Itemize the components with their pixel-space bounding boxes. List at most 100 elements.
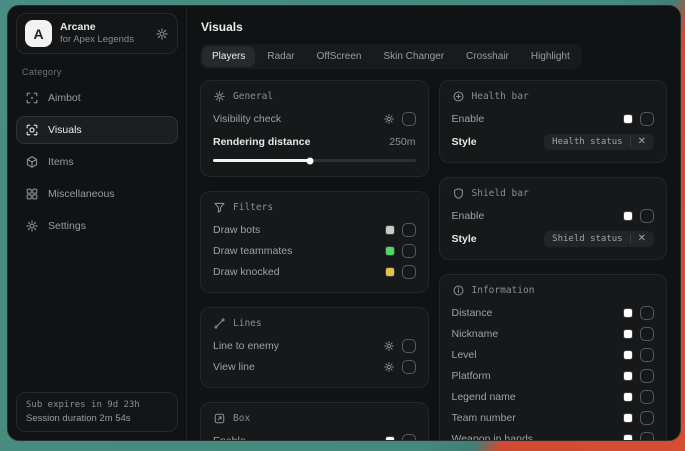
panel-general: General Visibility check Rendering dista… (200, 80, 429, 177)
setting-row-health-style: Style Health status ✕ (452, 131, 655, 152)
panel-title: Lines (233, 318, 262, 329)
gear-icon[interactable] (383, 340, 395, 352)
color-swatch[interactable] (623, 392, 633, 402)
setting-row-platform: Platform (452, 365, 655, 386)
view-line-checkbox[interactable] (402, 360, 416, 374)
line-to-enemy-checkbox[interactable] (402, 339, 416, 353)
sidebar-item-label: Visuals (48, 124, 82, 136)
health-style-select[interactable]: Health status ✕ (544, 134, 654, 150)
platform-checkbox[interactable] (640, 369, 654, 383)
panel-shield-bar: Shield bar Enable Style Shield status (439, 177, 668, 260)
panel-box: Box Enable Enable background (200, 402, 429, 440)
color-swatch[interactable] (623, 413, 633, 423)
app-logo: A (25, 20, 52, 47)
setting-row-view-line: View line (213, 356, 416, 377)
crosshair-icon (25, 91, 39, 105)
filter-icon (213, 201, 226, 214)
sub-expires-text: Sub expires in 9d 23h (26, 400, 168, 410)
shield-enable-checkbox[interactable] (640, 209, 654, 223)
box-enable-checkbox[interactable] (402, 434, 416, 441)
sidebar-item-label: Items (48, 156, 74, 168)
color-swatch[interactable] (385, 436, 395, 441)
gear-icon[interactable] (383, 113, 395, 125)
color-swatch[interactable] (623, 371, 633, 381)
sidebar-item-settings[interactable]: Settings (16, 212, 178, 240)
category-label: Category (22, 67, 172, 77)
sidebar-item-miscellaneous[interactable]: Miscellaneous (16, 180, 178, 208)
visibility-check-checkbox[interactable] (402, 112, 416, 126)
color-swatch[interactable] (623, 308, 633, 318)
color-swatch[interactable] (623, 350, 633, 360)
setting-row-draw-teammates: Draw teammates (213, 240, 416, 261)
gear-icon (213, 90, 226, 103)
setting-row-legend-name: Legend name (452, 386, 655, 407)
tab-offscreen[interactable]: OffScreen (307, 46, 372, 67)
panel-title: Filters (233, 202, 273, 213)
color-swatch[interactable] (623, 329, 633, 339)
panel-health-bar: Health bar Enable Style Health status (439, 80, 668, 163)
distance-checkbox[interactable] (640, 306, 654, 320)
gear-icon (25, 219, 39, 233)
color-swatch[interactable] (385, 246, 395, 256)
color-swatch[interactable] (623, 211, 633, 221)
panel-lines: Lines Line to enemy View line (200, 307, 429, 388)
sidebar-item-visuals[interactable]: Visuals (16, 116, 178, 144)
sidebar-item-items[interactable]: Items (16, 148, 178, 176)
rendering-distance-value: 250m (389, 136, 415, 148)
color-swatch[interactable] (623, 434, 633, 441)
gear-icon[interactable] (155, 27, 169, 41)
tab-crosshair[interactable]: Crosshair (456, 46, 519, 67)
setting-row-rendering-distance: Rendering distance 250m (213, 131, 416, 152)
shield-style-select[interactable]: Shield status ✕ (544, 231, 654, 247)
setting-row-nickname: Nickname (452, 323, 655, 344)
sidebar-item-aimbot[interactable]: Aimbot (16, 84, 178, 112)
panel-title: Box (233, 413, 250, 424)
setting-row-shield-enable: Enable (452, 205, 655, 226)
draw-teammates-checkbox[interactable] (402, 244, 416, 258)
weapon-in-hands-checkbox[interactable] (640, 432, 654, 441)
setting-row-distance: Distance (452, 302, 655, 323)
team-number-checkbox[interactable] (640, 411, 654, 425)
draw-bots-checkbox[interactable] (402, 223, 416, 237)
health-icon (452, 90, 465, 103)
scan-icon (25, 123, 39, 137)
grid-icon (25, 187, 39, 201)
tab-skin-changer[interactable]: Skin Changer (373, 46, 454, 67)
app-title: Arcane (60, 21, 147, 34)
legend-name-checkbox[interactable] (640, 390, 654, 404)
setting-row-team-number: Team number (452, 407, 655, 428)
color-swatch[interactable] (385, 267, 395, 277)
setting-row-shield-style: Style Shield status ✕ (452, 228, 655, 249)
app-window: A Arcane for Apex Legends Category Aimbo… (7, 5, 681, 441)
rendering-distance-slider[interactable] (213, 159, 416, 162)
setting-row-draw-bots: Draw bots (213, 219, 416, 240)
tab-radar[interactable]: Radar (257, 46, 304, 67)
page-title: Visuals (201, 20, 667, 34)
sidebar: A Arcane for Apex Legends Category Aimbo… (8, 6, 187, 440)
panel-information: Information Distance Nickname (439, 274, 668, 440)
setting-row-visibility-check: Visibility check (213, 108, 416, 129)
setting-row-health-enable: Enable (452, 108, 655, 129)
panel-title: Health bar (472, 91, 529, 102)
color-swatch[interactable] (385, 225, 395, 235)
panel-title: Information (472, 285, 535, 296)
right-column: Health bar Enable Style Health status (439, 80, 668, 440)
close-icon[interactable]: ✕ (638, 234, 646, 244)
panel-title: Shield bar (472, 188, 529, 199)
slider-thumb[interactable] (307, 157, 314, 164)
left-column: General Visibility check Rendering dista… (200, 80, 429, 440)
nickname-checkbox[interactable] (640, 327, 654, 341)
health-enable-checkbox[interactable] (640, 112, 654, 126)
draw-knocked-checkbox[interactable] (402, 265, 416, 279)
cube-icon (25, 155, 39, 169)
close-icon[interactable]: ✕ (638, 137, 646, 147)
gear-icon[interactable] (383, 361, 395, 373)
color-swatch[interactable] (623, 114, 633, 124)
info-icon (452, 284, 465, 297)
tab-highlight[interactable]: Highlight (521, 46, 580, 67)
panel-title: General (233, 91, 273, 102)
app-subtitle: for Apex Legends (60, 34, 147, 46)
tab-players[interactable]: Players (202, 46, 255, 67)
level-checkbox[interactable] (640, 348, 654, 362)
setting-row-level: Level (452, 344, 655, 365)
